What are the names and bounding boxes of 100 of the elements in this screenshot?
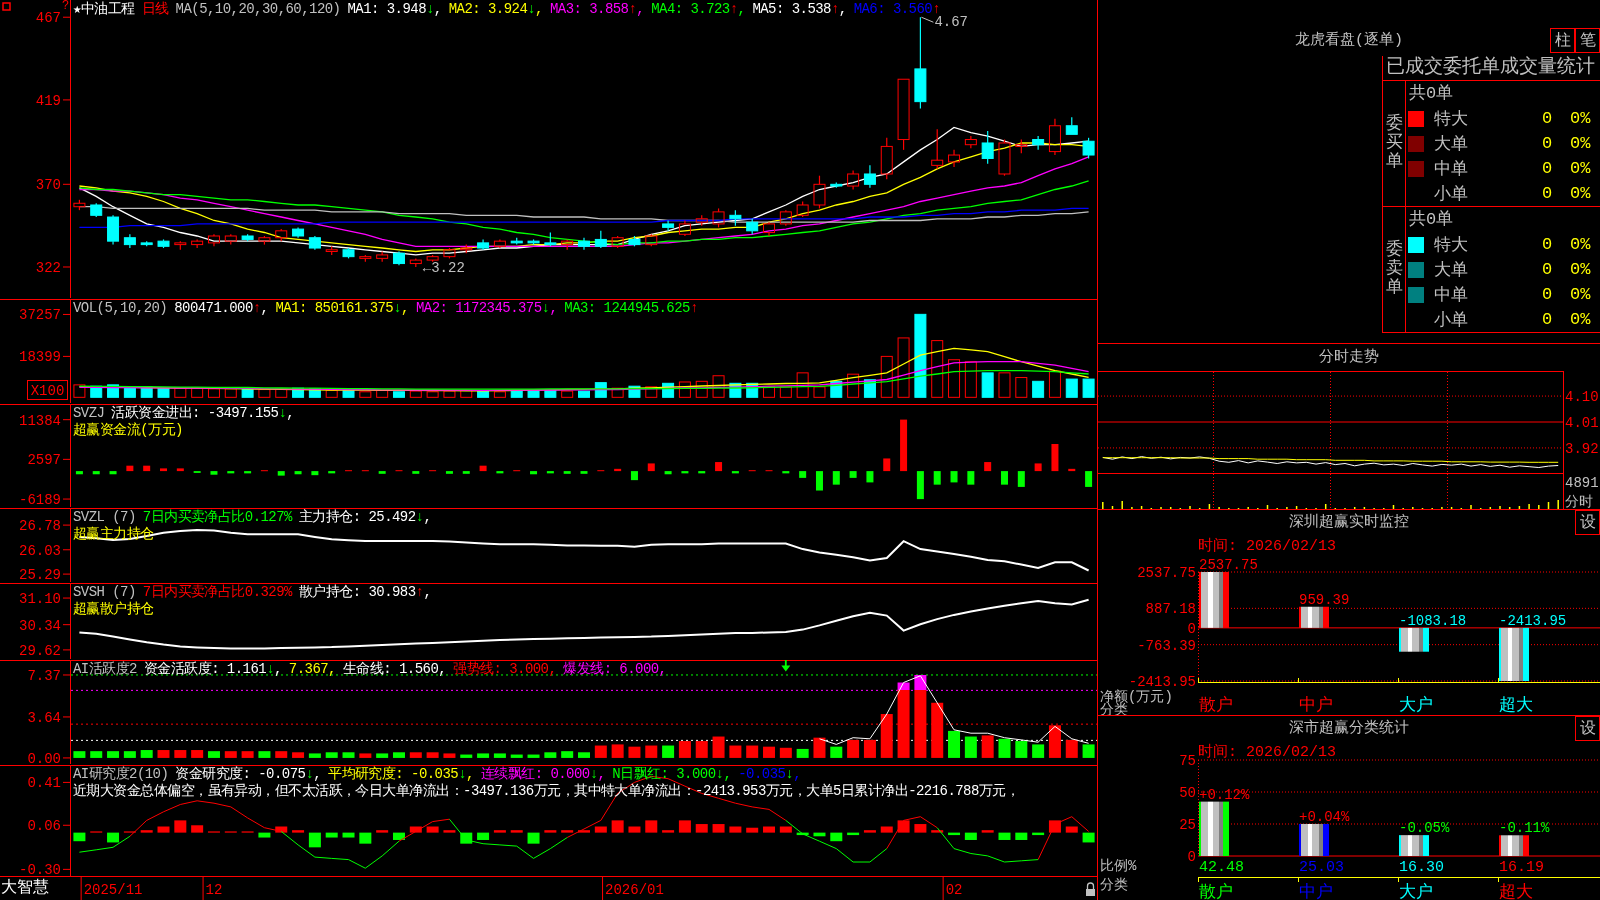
- axis-label: 4891: [1565, 475, 1599, 491]
- axis-label: 37257: [19, 307, 61, 324]
- order-size-label: 大单: [1434, 260, 1469, 281]
- axis-label: 26.03: [19, 542, 61, 559]
- app-name: 大智慧: [1, 877, 49, 899]
- fund-flow-bar: [176, 468, 184, 472]
- indicator-readout: 生命线: 1.560,: [342, 661, 447, 678]
- fund-flow-bar: [1034, 463, 1042, 472]
- candlestick: [796, 200, 809, 218]
- fund-flow-bar: [462, 471, 470, 474]
- fund-flow-bar: [900, 419, 908, 472]
- indicator-readout: MA4: 3.723↑,: [651, 1, 746, 18]
- indicator-readout: 平均研究度: -0.035↓,: [328, 766, 474, 783]
- candlestick: [662, 219, 675, 232]
- candlestick: [763, 221, 775, 237]
- candlestick: [460, 244, 473, 254]
- fund-flow-bar: [933, 471, 941, 485]
- group-label: 委卖单: [1385, 241, 1403, 298]
- value-label: 42.48: [1199, 859, 1244, 876]
- fund-flow-bar: [614, 468, 622, 472]
- indicator-readout: MA2: 1172345.375↓,: [415, 300, 558, 317]
- change-label: +0.12%: [1199, 786, 1250, 803]
- value-label: 16.30: [1399, 859, 1444, 876]
- indicator-readout: 强势线: 3.000,: [453, 661, 557, 678]
- value-label: 16.19: [1499, 859, 1544, 876]
- indicator-readout: MA1: 850161.375↓,: [275, 300, 409, 317]
- total-count: 共0单: [1409, 84, 1454, 103]
- axis-label: 0.41: [27, 775, 61, 792]
- candlestick: [140, 240, 153, 247]
- fund-flow-bar: [1068, 468, 1076, 472]
- fund-flow-bar: [546, 471, 554, 474]
- fund-flow-bar: [984, 462, 992, 472]
- order-size-label: 特大: [1434, 235, 1469, 256]
- axis-label: 419: [35, 92, 61, 109]
- indicator-caption: 超赢资金流(万元): [73, 422, 183, 439]
- fund-flow-bar: [496, 471, 504, 474]
- candlestick: [527, 238, 540, 246]
- order-percent: 0%: [1570, 184, 1592, 203]
- indicator-readout: MA3: 3.858↑,: [549, 1, 645, 18]
- indicator-readout: MA3: 1244945.625↑: [564, 300, 698, 317]
- value-label: 2537.75: [1199, 557, 1258, 573]
- fund-flow-bar: [445, 471, 453, 474]
- candlestick: [376, 250, 389, 263]
- order-size-label: 中单: [1434, 159, 1469, 180]
- fund-flow-bar: [698, 471, 706, 474]
- fund-flow-bar: [227, 471, 235, 474]
- candlestick: [1015, 138, 1028, 154]
- order-percent: 0%: [1570, 235, 1592, 254]
- candlestick: [308, 235, 321, 251]
- group-label: 委买单: [1385, 115, 1403, 172]
- fund-flow-bar: [580, 471, 588, 474]
- axis-label: 31.10: [19, 591, 61, 608]
- candlestick: [359, 254, 372, 263]
- question-mark: ?: [62, 0, 70, 13]
- indicator-readout: MA2: 3.924↓,: [448, 1, 543, 18]
- settings-button[interactable]: 设: [1575, 716, 1600, 741]
- axis-label: 370: [35, 177, 61, 194]
- indicator-readout: MA5: 3.538↑,: [752, 1, 847, 18]
- axis-label: 0.00: [27, 750, 61, 765]
- change-label: -0.05%: [1399, 820, 1450, 837]
- axis-label: 2597: [27, 452, 61, 469]
- indicator-readout: 800471.000↑,: [174, 300, 269, 317]
- indicator-readout: SVSH (7): [73, 584, 136, 601]
- candlestick: [107, 214, 120, 246]
- fund-flow-bar: [160, 468, 167, 472]
- order-count: 0: [1542, 285, 1554, 304]
- fund-flow-bar: [1001, 471, 1008, 485]
- date-label: 2025/11: [83, 882, 143, 898]
- fund-flow-bar: [866, 471, 874, 483]
- candlestick: [628, 235, 641, 247]
- candlestick: [712, 207, 725, 228]
- settings-button[interactable]: 设: [1575, 510, 1600, 535]
- candlestick: [746, 218, 759, 235]
- candlestick: [847, 169, 860, 191]
- axis-label: 29.62: [19, 642, 61, 659]
- fund-flow-bar: [294, 471, 302, 475]
- candlestick: [830, 182, 843, 189]
- fund-flow-bar: [479, 465, 487, 472]
- candlestick: [443, 247, 456, 259]
- order-count: 0: [1542, 235, 1554, 254]
- axis-label: -763.39: [1137, 637, 1196, 654]
- change-label: -0.11%: [1499, 820, 1550, 837]
- timestamp: 时间: 2026/02/13: [1198, 538, 1337, 555]
- square-icon: [2, 2, 11, 11]
- candlestick: [594, 230, 607, 249]
- view-toggle-button[interactable]: 笔: [1575, 28, 1600, 53]
- view-toggle-button[interactable]: 柱: [1550, 28, 1575, 53]
- candlestick: [578, 237, 590, 251]
- candlestick: [729, 209, 742, 227]
- fund-flow-bar: [1085, 471, 1093, 487]
- candlestick: [611, 235, 624, 249]
- candlestick: [779, 209, 792, 227]
- candlestick: [964, 135, 977, 149]
- fund-flow-bar: [1017, 471, 1025, 487]
- value-label: 25.03: [1299, 859, 1344, 876]
- candlestick: [1065, 116, 1078, 135]
- fund-flow-bar: [126, 465, 134, 472]
- indicator-readout: -0.035↓,: [738, 766, 802, 783]
- candlestick: [695, 214, 708, 227]
- candlestick: [1048, 118, 1061, 156]
